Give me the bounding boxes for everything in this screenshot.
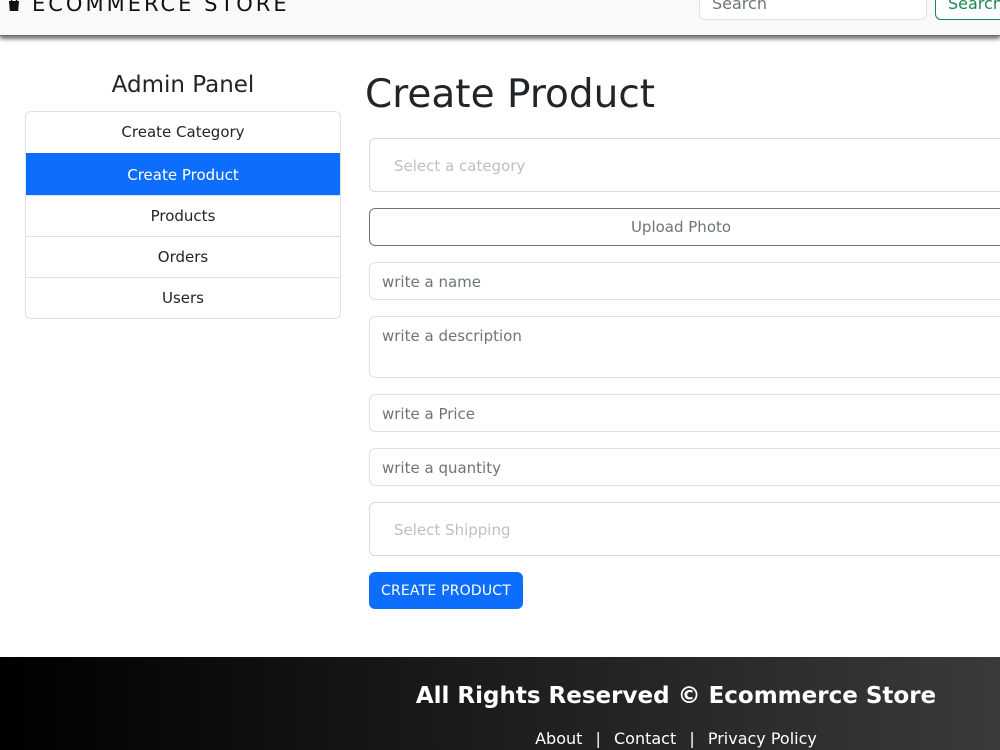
footer-separator: | xyxy=(689,729,695,748)
search-input[interactable]: Search xyxy=(699,0,927,20)
brand-link[interactable]: ECOMMERCE STORE xyxy=(6,0,290,16)
footer-separator: | xyxy=(595,729,601,748)
search-button[interactable]: Search xyxy=(935,0,1000,20)
menu-item-create-category[interactable]: Create Category xyxy=(26,112,340,153)
top-navbar: ECOMMERCE STORE Search Search xyxy=(0,0,1000,36)
menu-item-create-product[interactable]: Create Product xyxy=(26,153,340,195)
admin-menu: Create Category Create Product Products … xyxy=(25,111,341,319)
upload-photo-button[interactable]: Upload Photo xyxy=(369,208,1000,246)
name-input[interactable]: write a name xyxy=(369,262,1000,300)
brand-name: ECOMMERCE STORE xyxy=(32,0,290,16)
shipping-select[interactable]: Select Shipping xyxy=(369,502,1000,556)
menu-item-products[interactable]: Products xyxy=(26,195,340,236)
description-textarea[interactable]: write a description xyxy=(369,316,1000,378)
price-input[interactable]: write a Price xyxy=(369,394,1000,432)
footer-links: About | Contact | Privacy Policy xyxy=(0,729,1000,748)
footer-link-contact[interactable]: Contact xyxy=(614,729,676,748)
footer: All Rights Reserved © Ecommerce Store Ab… xyxy=(0,657,1000,750)
menu-item-orders[interactable]: Orders xyxy=(26,236,340,277)
shopping-bag-icon xyxy=(9,0,19,11)
create-product-button[interactable]: CREATE PRODUCT xyxy=(369,572,523,609)
footer-link-privacy-policy[interactable]: Privacy Policy xyxy=(708,729,817,748)
footer-copyright: All Rights Reserved © Ecommerce Store xyxy=(415,683,937,709)
menu-item-users[interactable]: Users xyxy=(26,277,340,318)
admin-panel-title: Admin Panel xyxy=(111,72,255,98)
quantity-input[interactable]: write a quantity xyxy=(369,448,1000,486)
footer-link-about[interactable]: About xyxy=(535,729,582,748)
category-select[interactable]: Select a category xyxy=(369,138,1000,192)
page-title: Create Product xyxy=(365,72,656,117)
